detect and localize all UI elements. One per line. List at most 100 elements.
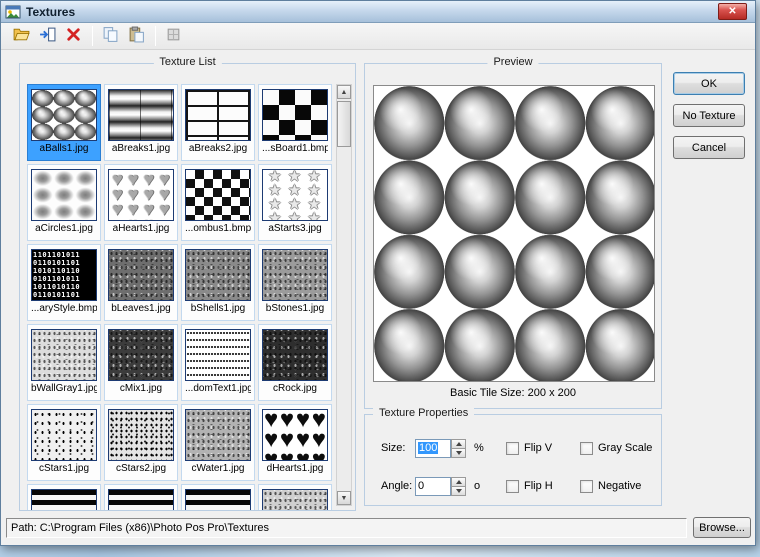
angle-stepper-down[interactable] — [451, 486, 466, 496]
preview-image — [373, 85, 655, 382]
texture-item[interactable] — [181, 484, 255, 510]
texture-item[interactable] — [104, 484, 178, 510]
texture-label: bWallGray1.jpg — [31, 383, 97, 394]
texture-item[interactable]: ♥ ♥ ♥ ♥ ♥ ♥ ♥ ♥ ♥ ♥ ♥ ♥ ♥ ♥ aHearts1.jpg — [104, 164, 178, 241]
flip-h-checkbox-box[interactable] — [506, 479, 519, 493]
texture-label: ...aryStyle.bmp — [31, 303, 97, 314]
size-input[interactable]: 100 — [415, 438, 451, 458]
copy-button[interactable] — [98, 24, 122, 48]
angle-label: Angle: — [381, 480, 413, 492]
texture-thumbnail[interactable] — [31, 409, 97, 461]
size-stepper-up[interactable] — [451, 438, 466, 449]
open-folder-button[interactable] — [9, 24, 33, 48]
flip-v-checkbox[interactable]: Flip V — [506, 441, 568, 455]
texture-label: ...sBoard1.bmp — [262, 143, 328, 154]
texture-item[interactable]: ...sBoard1.bmp — [258, 84, 332, 161]
angle-input[interactable]: 0 — [415, 476, 451, 496]
texture-thumbnail[interactable] — [262, 489, 328, 510]
texture-thumbnail[interactable] — [31, 169, 97, 221]
texture-item[interactable]: aCircles1.jpg — [27, 164, 101, 241]
size-value: 100 — [418, 442, 439, 454]
texture-grid: aBalls1.jpg aBreaks1.jpg aBreaks2.jpg ...sB… — [27, 84, 335, 510]
gray-scale-label: Gray Scale — [598, 442, 653, 454]
texture-thumbnail[interactable] — [185, 89, 251, 141]
no-texture-button[interactable]: No Texture — [673, 104, 745, 127]
texture-item[interactable]: bStones1.jpg — [258, 244, 332, 321]
app-icon — [5, 4, 21, 20]
texture-thumbnail[interactable] — [31, 329, 97, 381]
texture-label: ...ombus1.bmp — [185, 223, 251, 234]
texture-thumbnail[interactable] — [108, 409, 174, 461]
texture-thumbnail[interactable] — [185, 169, 251, 221]
size-stepper-down[interactable] — [451, 448, 466, 458]
angle-stepper-up[interactable] — [451, 476, 466, 487]
texture-item[interactable]: cRock.jpg — [258, 324, 332, 401]
texture-item[interactable]: bLeaves1.jpg — [104, 244, 178, 321]
texture-item[interactable]: bWallGray1.jpg — [27, 324, 101, 401]
titlebar[interactable]: Textures ✕ — [1, 1, 755, 23]
texture-item[interactable]: 1101101011 0110101101 1010110110 0101101… — [27, 244, 101, 321]
texture-thumbnail[interactable] — [108, 89, 174, 141]
texture-item[interactable]: aBreaks2.jpg — [181, 84, 255, 161]
scroll-down-icon[interactable]: ▼ — [337, 491, 351, 505]
add-texture-button[interactable] — [35, 24, 59, 48]
texture-list-group: Texture List aBalls1.jpg aBreaks1.jpg aBre… — [19, 56, 356, 511]
texture-item[interactable]: cStars2.jpg — [104, 404, 178, 481]
texture-thumbnail[interactable] — [31, 89, 97, 141]
texture-thumbnail[interactable] — [185, 249, 251, 301]
flip-v-checkbox-box[interactable] — [506, 441, 519, 455]
texture-item[interactable]: aBalls1.jpg — [27, 84, 101, 161]
texture-thumbnail[interactable]: 1101101011 0110101101 1010110110 0101101… — [31, 249, 97, 301]
texture-thumbnail[interactable] — [262, 249, 328, 301]
ok-button[interactable]: OK — [673, 72, 745, 95]
texture-thumbnail[interactable] — [185, 329, 251, 381]
texture-label: aCircles1.jpg — [35, 223, 93, 234]
flip-h-checkbox[interactable]: Flip H — [506, 479, 568, 493]
browse-button[interactable]: Browse... — [693, 517, 751, 538]
texture-label: aBreaks1.jpg — [111, 143, 171, 154]
texture-thumbnail[interactable] — [108, 249, 174, 301]
angle-value: 0 — [418, 480, 425, 492]
texture-list-scrollbar[interactable]: ▲ ▼ — [336, 84, 352, 506]
texture-item[interactable] — [27, 484, 101, 510]
toolbar-separator — [155, 26, 156, 46]
texture-item[interactable]: cMix1.jpg — [104, 324, 178, 401]
close-button[interactable]: ✕ — [718, 3, 747, 20]
texture-label: cRock.jpg — [273, 383, 317, 394]
texture-item[interactable]: cWater1.jpg — [181, 404, 255, 481]
texture-grid-button[interactable] — [161, 24, 185, 48]
texture-item[interactable]: ...domText1.jpg — [181, 324, 255, 401]
delete-texture-button[interactable] — [61, 24, 85, 48]
negative-checkbox-box[interactable] — [580, 479, 593, 493]
texture-thumbnail[interactable] — [108, 489, 174, 510]
texture-thumbnail[interactable] — [185, 489, 251, 510]
preview-group: Preview Basic Tile Size: 200 x 200 — [364, 56, 662, 409]
texture-item[interactable]: bShells1.jpg — [181, 244, 255, 321]
texture-item[interactable]: cStars1.jpg — [27, 404, 101, 481]
scrollbar-thumb[interactable] — [337, 101, 351, 147]
texture-item[interactable]: ★ ★ ★ ★ ★ ★ ★ ★ ★ ★ ★ ★ ★ ★ aStarts3.jpg — [258, 164, 332, 241]
paste-button[interactable] — [124, 24, 148, 48]
texture-item[interactable] — [258, 484, 332, 510]
texture-item[interactable]: aBreaks1.jpg — [104, 84, 178, 161]
texture-thumbnail[interactable] — [31, 489, 97, 510]
texture-thumbnail[interactable]: ♥ ♥ ♥ ♥ ♥ ♥ ♥ ♥ ♥ ♥ ♥ ♥ ♥ ♥ — [108, 169, 174, 221]
negative-checkbox[interactable]: Negative — [580, 479, 658, 493]
gray-scale-checkbox-box[interactable] — [580, 441, 593, 455]
texture-thumbnail[interactable] — [185, 409, 251, 461]
texture-item[interactable]: ...ombus1.bmp — [181, 164, 255, 241]
scroll-up-icon[interactable]: ▲ — [337, 85, 351, 99]
delete-icon — [65, 26, 82, 46]
negative-label: Negative — [598, 480, 642, 492]
cancel-button[interactable]: Cancel — [673, 136, 745, 159]
gray-scale-checkbox[interactable]: Gray Scale — [580, 441, 658, 455]
texture-item[interactable]: ♥ ♥ ♥ ♥ ♥ ♥ ♥ ♥ ♥ ♥ ♥ ♥ ♥ ♥ dHearts1.jpg — [258, 404, 332, 481]
texture-thumbnail[interactable] — [262, 89, 328, 141]
texture-thumbnail[interactable]: ★ ★ ★ ★ ★ ★ ★ ★ ★ ★ ★ ★ ★ ★ — [262, 169, 328, 221]
grid-icon — [165, 26, 182, 46]
texture-thumbnail[interactable] — [262, 329, 328, 381]
window-title: Textures — [26, 4, 76, 19]
copy-icon — [102, 26, 119, 46]
texture-thumbnail[interactable]: ♥ ♥ ♥ ♥ ♥ ♥ ♥ ♥ ♥ ♥ ♥ ♥ ♥ ♥ — [262, 409, 328, 461]
texture-thumbnail[interactable] — [108, 329, 174, 381]
